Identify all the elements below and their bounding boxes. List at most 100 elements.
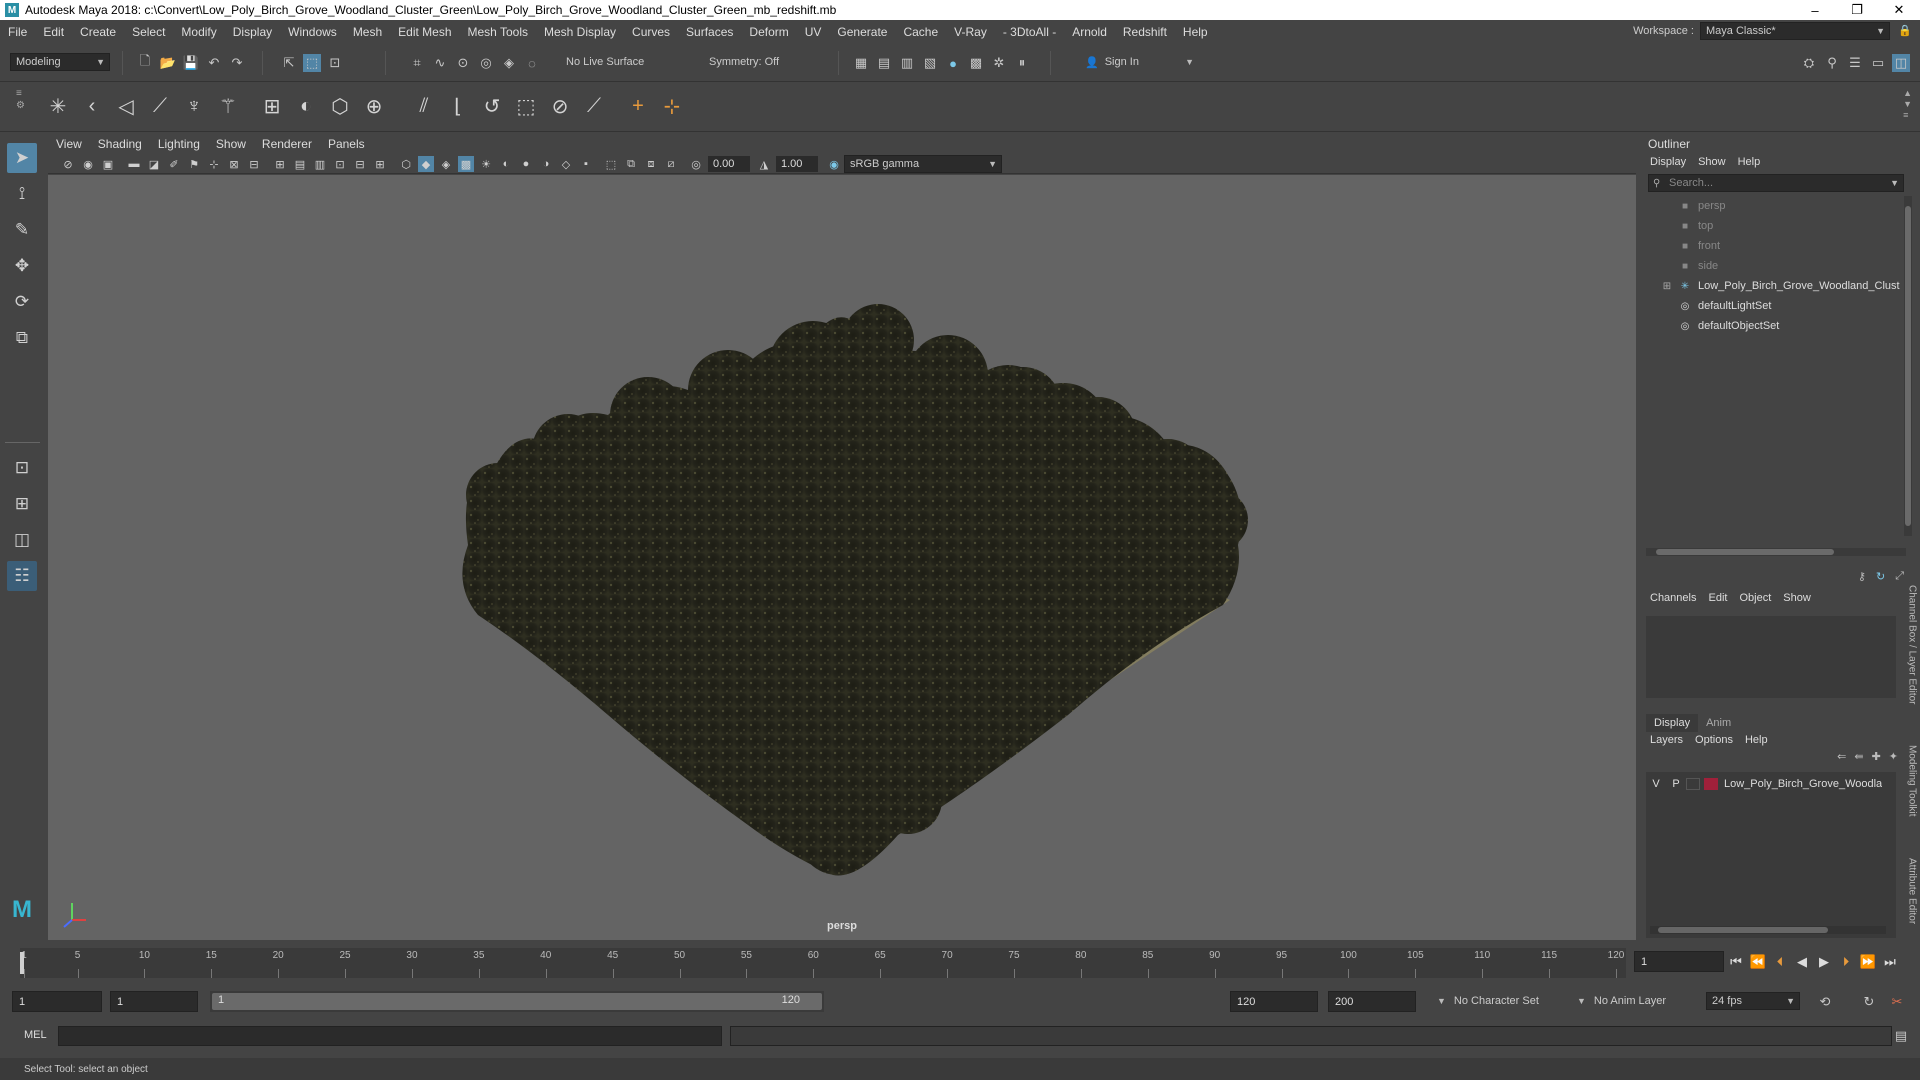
textured-icon[interactable]: ◆ <box>418 156 434 172</box>
wireframe-on-shaded-icon[interactable]: ▥ <box>312 156 328 172</box>
outliner-item-default-light-set[interactable]: ◎ defaultLightSet <box>1678 296 1772 316</box>
layer-type-toggle[interactable] <box>1686 778 1700 790</box>
hud-icon[interactable]: ▪ <box>578 156 594 172</box>
mode-dropdown[interactable]: Modeling ▼ <box>10 53 110 71</box>
locator-icon[interactable]: + <box>624 92 652 120</box>
outliner-item-persp[interactable]: ■ persp <box>1678 196 1726 216</box>
menu-deform[interactable]: Deform <box>741 25 796 39</box>
modeling-toolkit-icon[interactable]: ⛭ <box>1800 54 1818 72</box>
menu-windows[interactable]: Windows <box>280 25 345 39</box>
exposure-field[interactable]: 0.00 <box>708 156 750 172</box>
scale-tool-icon[interactable]: ⧉ <box>7 323 37 353</box>
light-editor-icon[interactable]: ✲ <box>990 54 1008 72</box>
menu-curves[interactable]: Curves <box>624 25 678 39</box>
anim-layer-dropdown[interactable]: ▼ No Anim Layer <box>1572 992 1682 1010</box>
constraint-parent-icon[interactable]: ⊘ <box>546 92 574 120</box>
menu-edit[interactable]: Edit <box>35 25 72 39</box>
layer-color-swatch[interactable] <box>1704 778 1718 790</box>
layer-playback-toggle[interactable]: P <box>1666 778 1686 790</box>
range-slider[interactable]: 1 120 <box>210 991 824 1012</box>
select-tool-icon[interactable]: ➤ <box>7 143 37 173</box>
isolate-select-icon[interactable]: ◇ <box>558 156 574 172</box>
viewport-menu-shading[interactable]: Shading <box>90 137 150 151</box>
scrollbar-thumb[interactable] <box>1905 206 1911 526</box>
minimize-button[interactable]: – <box>1794 0 1836 20</box>
constraint-aim-icon[interactable]: ⌊ <box>444 92 472 120</box>
scrollbar-thumb[interactable] <box>1656 549 1834 555</box>
outliner-layout-icon[interactable]: ☷ <box>7 561 37 591</box>
layer-row[interactable]: V P Low_Poly_Birch_Grove_Woodla <box>1646 775 1896 793</box>
menu-file[interactable]: File <box>0 25 35 39</box>
menu-help[interactable]: Help <box>1175 25 1216 39</box>
channel-box-icon[interactable]: ▭ <box>1869 54 1887 72</box>
outliner-menu-display[interactable]: Display <box>1644 154 1692 170</box>
image-plane-icon[interactable]: ▬ <box>126 156 142 172</box>
command-input[interactable] <box>58 1026 722 1046</box>
menu-select[interactable]: Select <box>124 25 173 39</box>
menu-vray[interactable]: V-Ray <box>946 25 995 39</box>
outliner-menu-show[interactable]: Show <box>1692 154 1732 170</box>
undo-icon[interactable]: ↶ <box>205 54 223 72</box>
menu-cache[interactable]: Cache <box>895 25 946 39</box>
pin-icon[interactable]: ⤢ <box>1895 570 1904 583</box>
menu-redshift[interactable]: Redshift <box>1115 25 1175 39</box>
color-space-dropdown[interactable]: sRGB gamma ▼ <box>844 155 1002 173</box>
side-tab-attribute-editor[interactable]: Attribute Editor <box>1904 845 1920 937</box>
camera-pan-icon[interactable]: ⧄ <box>663 156 679 172</box>
blend-shape-icon[interactable]: ◐ <box>292 92 320 120</box>
ik-handle-icon[interactable]: ‹ <box>78 92 106 120</box>
live-surface-field[interactable]: No Live Surface <box>561 53 661 71</box>
range-slider-handle[interactable]: 1 120 <box>212 993 822 1010</box>
menu-generate[interactable]: Generate <box>829 25 895 39</box>
rotate-tool-icon[interactable]: ⟳ <box>7 287 37 317</box>
select-camera-icon[interactable]: ⊘ <box>60 156 76 172</box>
scene-canvas[interactable] <box>48 175 1636 940</box>
constraint-point-icon[interactable]: ⫽ <box>410 92 438 120</box>
layer-scrollbar[interactable] <box>1650 926 1886 934</box>
move-layer-down-icon[interactable]: ⇚ <box>1854 750 1863 763</box>
viewport-menu-lighting[interactable]: Lighting <box>150 137 208 151</box>
side-tab-channel-box[interactable]: Channel Box / Layer Editor <box>1904 580 1920 710</box>
play-backwards-icon[interactable]: ◀ <box>1792 947 1812 977</box>
snap-point-icon[interactable]: ⊙ <box>454 54 472 72</box>
shelf-scroll-icon[interactable]: ▲ ▼ ≡ <box>1903 88 1912 121</box>
gamma-field[interactable]: 1.00 <box>776 156 818 172</box>
frame-all-icon[interactable]: ⧉ <box>623 156 639 172</box>
constraint-pole-icon[interactable]: ⟋ <box>580 92 608 120</box>
snap-grid-icon[interactable]: ⌗ <box>408 54 426 72</box>
move-layer-up-icon[interactable]: ⇐ <box>1837 750 1846 763</box>
menu-uv[interactable]: UV <box>797 25 830 39</box>
cluster-icon[interactable]: ⊕ <box>360 92 388 120</box>
animation-start-field[interactable]: 1 <box>12 991 102 1012</box>
select-objects-icon[interactable]: ⬚ <box>303 54 321 72</box>
wireframe-icon[interactable]: ⊞ <box>272 156 288 172</box>
new-layer-selected-icon[interactable]: ✦ <box>1889 750 1898 763</box>
single-view-icon[interactable]: ⊡ <box>7 453 37 483</box>
viewport-menu-view[interactable]: View <box>48 137 90 151</box>
menu-modify[interactable]: Modify <box>173 25 224 39</box>
menu-create[interactable]: Create <box>72 25 124 39</box>
attribute-editor-icon[interactable]: ⚲ <box>1823 54 1841 72</box>
exposure-icon[interactable]: ◎ <box>688 156 704 172</box>
hypershade-icon[interactable]: ● <box>944 54 962 72</box>
expand-icon[interactable]: ⊞ <box>1662 280 1672 292</box>
isolate-view-icon[interactable]: ⧈ <box>643 156 659 172</box>
tab-display[interactable]: Display <box>1646 714 1699 732</box>
outliner-menu-help[interactable]: Help <box>1732 154 1767 170</box>
tool-settings-icon[interactable]: ☰ <box>1846 54 1864 72</box>
viewport-menu-renderer[interactable]: Renderer <box>254 137 320 151</box>
playback-start-field[interactable]: 1 <box>110 991 198 1012</box>
outliner-item-top[interactable]: ■ top <box>1678 216 1713 236</box>
constraint-scale-icon[interactable]: ⬚ <box>512 92 540 120</box>
film-gate-icon[interactable]: ⊠ <box>226 156 242 172</box>
outliner-search-input[interactable]: ⚲ Search... ▼ <box>1648 174 1904 192</box>
script-editor-icon[interactable]: ▤ <box>1892 1027 1910 1045</box>
two-view-icon[interactable]: ◫ <box>7 525 37 555</box>
character-set-dropdown[interactable]: ▼ No Character Set <box>1432 992 1568 1010</box>
new-layer-icon[interactable]: ✚ <box>1872 750 1881 763</box>
viewport-menu-show[interactable]: Show <box>208 137 254 151</box>
outliner-item-grove[interactable]: ⊞ ✳ Low_Poly_Birch_Grove_Woodland_Clust <box>1662 276 1900 296</box>
smooth-shade-icon[interactable]: ▤ <box>292 156 308 172</box>
outliner-vertical-scrollbar[interactable] <box>1904 196 1912 536</box>
snap-curve-icon[interactable]: ∿ <box>431 54 449 72</box>
